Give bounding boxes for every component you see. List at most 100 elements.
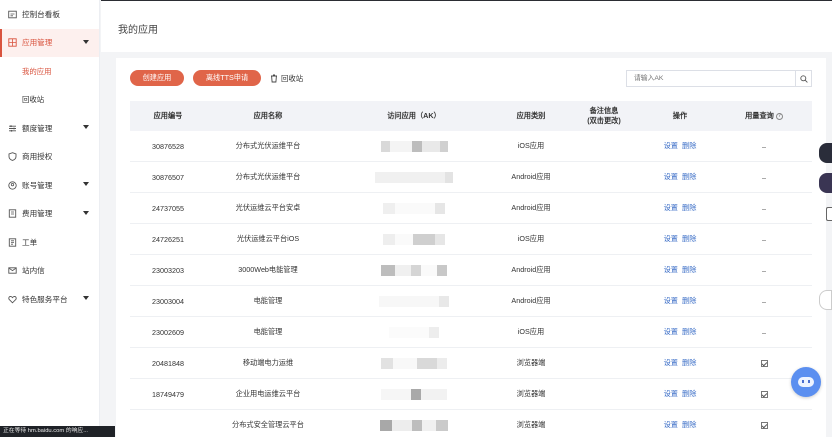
chevron-down-icon[interactable]	[83, 182, 89, 186]
delete-link[interactable]: 删除	[682, 358, 696, 367]
sidebar-item-6[interactable]: 账号管理	[0, 171, 99, 200]
sidebar-item-10[interactable]: 特色服务平台	[0, 285, 99, 314]
sidebar-item-9[interactable]: 站内信	[0, 257, 99, 286]
ak-search-input[interactable]	[627, 71, 795, 86]
ak-value-masked	[330, 388, 498, 400]
settings-link[interactable]: 设置	[664, 172, 678, 181]
header-ak: 访问应用（AK）	[387, 111, 441, 120]
sidebar-subitem-3[interactable]: 回收站	[0, 86, 99, 115]
settings-link[interactable]: 设置	[664, 234, 678, 243]
usage-cell	[716, 359, 812, 368]
ak-value-masked	[330, 171, 498, 183]
table-row: 24737055 光伏运维云平台安卓 Android应用 设置 删除 –	[130, 193, 812, 224]
actions-cell: 设置 删除	[644, 234, 716, 244]
app-type-cell: Android应用	[511, 265, 551, 274]
sidebar-item-8[interactable]: 工单	[0, 228, 99, 257]
app-type-cell: iOS应用	[517, 234, 545, 243]
user-icon	[8, 181, 17, 190]
ak-value-masked	[330, 140, 498, 152]
ak-cell	[330, 264, 498, 276]
table-row: 分布式安全管理云平台 浏览器端 设置 删除	[130, 410, 812, 437]
table-row: 23002609 电能管理 iOS应用 设置 删除 –	[130, 317, 812, 348]
settings-link[interactable]: 设置	[664, 358, 678, 367]
actions-cell: 设置 删除	[644, 172, 716, 182]
app-type-cell: iOS应用	[517, 327, 545, 336]
app-id-cell: 23003004	[152, 296, 184, 306]
table-row: 30876507 分布式光伏运维平台 Android应用 设置 删除 –	[130, 162, 812, 193]
sidebar-item-5[interactable]: 商用授权	[0, 143, 99, 172]
ak-cell	[330, 233, 498, 245]
app-type-cell: Android应用	[511, 172, 551, 181]
ak-cell	[330, 419, 498, 431]
usage-checkbox[interactable]	[760, 391, 768, 399]
actions-cell: 设置 删除	[644, 420, 716, 430]
recycle-bin-link[interactable]: 回收站	[270, 73, 303, 84]
sidebar-item-label: 商用授权	[22, 152, 53, 162]
delete-link[interactable]: 删除	[682, 141, 696, 150]
chevron-down-icon[interactable]	[83, 125, 89, 129]
sidebar-subitem-2[interactable]: 我的应用	[0, 57, 99, 86]
app-name-cell: 电能管理	[253, 296, 283, 305]
sidebar-item-4[interactable]: 额度管理	[0, 114, 99, 143]
settings-link[interactable]: 设置	[664, 327, 678, 336]
delete-link[interactable]: 删除	[682, 265, 696, 274]
usage-checkbox[interactable]	[760, 360, 768, 368]
table-header-row: 应用编号 应用名称 访问应用（AK） 应用类别 备注信息 (双击更改) 操作 用量…	[130, 101, 812, 131]
delete-link[interactable]: 删除	[682, 389, 696, 398]
actions-cell: 设置 删除	[644, 296, 716, 306]
page-title: 我的应用	[118, 25, 158, 36]
delete-link[interactable]: 删除	[682, 327, 696, 336]
table-row: 24726251 光伏运维云平台iOS iOS应用 设置 删除 –	[130, 224, 812, 255]
usage-checkbox[interactable]	[760, 422, 768, 430]
ak-cell	[330, 357, 498, 369]
app-id-cell: 24737055	[152, 203, 184, 213]
delete-link[interactable]: 删除	[682, 234, 696, 243]
settings-link[interactable]: 设置	[664, 389, 678, 398]
actions-cell: 设置 删除	[644, 389, 716, 399]
search-box	[626, 70, 812, 87]
settings-link[interactable]: 设置	[664, 141, 678, 150]
ak-cell	[330, 202, 498, 214]
usage-cell: –	[716, 297, 812, 306]
floating-extension-button[interactable]	[819, 290, 832, 310]
chevron-down-icon[interactable]	[83, 39, 89, 44]
sidebar-item-label: 费用管理	[22, 209, 53, 219]
app-type-cell: 浏览器端	[516, 358, 546, 367]
app-name-cell: 光伏运维云平台安卓	[235, 203, 301, 212]
floating-feedback-tab[interactable]	[826, 207, 832, 221]
app-name-cell: 分布式安全管理云平台	[232, 420, 304, 429]
usage-cell	[716, 421, 812, 430]
delete-link[interactable]: 删除	[682, 203, 696, 212]
usage-cell: –	[716, 204, 812, 213]
app-name-cell: 3000Web电能管理	[238, 265, 298, 274]
robot-assistant-icon[interactable]	[791, 367, 821, 397]
dashboard-icon	[8, 10, 17, 19]
app-id-cell: 23003203	[152, 265, 184, 275]
app-type-cell: Android应用	[511, 296, 551, 305]
settings-link[interactable]: 设置	[664, 203, 678, 212]
floating-tool-button[interactable]	[819, 143, 832, 163]
content-panel: 创建应用 离线TTS申请 回收站 应用编号 应用名称 访问应用（AK） 应用类别…	[116, 58, 826, 437]
delete-link[interactable]: 删除	[682, 296, 696, 305]
offline-tts-apply-button[interactable]: 离线TTS申请	[193, 70, 261, 86]
toolbar: 创建应用 离线TTS申请 回收站	[130, 70, 812, 87]
usage-dash: –	[762, 141, 766, 151]
delete-link[interactable]: 删除	[682, 420, 696, 429]
create-app-button[interactable]: 创建应用	[130, 70, 184, 86]
sidebar-item-7[interactable]: 费用管理	[0, 200, 99, 229]
delete-link[interactable]: 删除	[682, 172, 696, 181]
sidebar-item-label: 账号管理	[22, 180, 53, 190]
settings-link[interactable]: 设置	[664, 265, 678, 274]
actions-cell: 设置 删除	[644, 265, 716, 275]
settings-link[interactable]: 设置	[664, 420, 678, 429]
search-button[interactable]	[795, 71, 811, 86]
usage-dash: –	[762, 296, 766, 306]
settings-link[interactable]: 设置	[664, 296, 678, 305]
sidebar-item-0[interactable]: 控制台看板	[0, 0, 99, 29]
help-icon[interactable]: ?	[775, 112, 783, 120]
floating-assistant-button[interactable]	[819, 173, 832, 193]
sidebar-item-1[interactable]: 应用管理	[0, 28, 99, 57]
chevron-down-icon[interactable]	[83, 296, 89, 300]
ak-value-masked	[330, 419, 498, 431]
chevron-down-icon[interactable]	[83, 210, 89, 215]
